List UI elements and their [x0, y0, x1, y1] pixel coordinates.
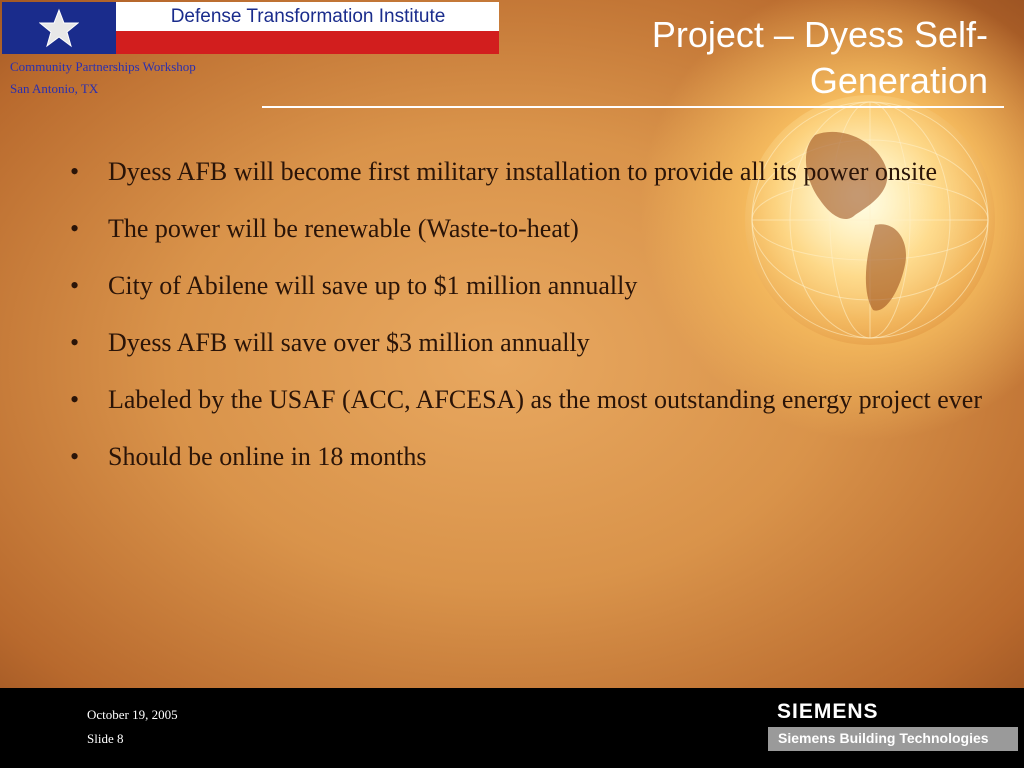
bullet-text: Labeled by the USAF (ACC, AFCESA) as the…	[108, 385, 983, 414]
bullet-item: • Labeled by the USAF (ACC, AFCESA) as th…	[70, 376, 990, 424]
bullet-icon: •	[70, 214, 80, 243]
slide-title-line1: Project – Dyess Self-	[651, 14, 988, 55]
title-divider	[262, 106, 1004, 108]
bullet-icon: •	[70, 328, 80, 357]
texas-flag-banner: Defense Transformation Institute	[2, 2, 499, 54]
bullet-item: • Dyess AFB will save over $3 million ann…	[70, 319, 990, 367]
slide-number: Slide 8	[87, 731, 124, 746]
bullet-item: • The power will be renewable (Waste-to-h…	[70, 205, 990, 253]
footer-date: October 19, 2005	[87, 707, 178, 722]
brand-subtitle-bar: Siemens Building Technologies	[768, 727, 1018, 751]
bullet-text: The power will be renewable (Waste-to-he…	[108, 214, 579, 243]
bullet-text: City of Abilene will save up to $1 milli…	[108, 271, 638, 300]
flag-blue-field	[2, 2, 116, 54]
siemens-logo: SIEMENS	[777, 700, 879, 723]
bullet-item: • Should be online in 18 months	[70, 433, 990, 481]
bullet-icon: •	[70, 271, 80, 300]
slide-canvas: Defense Transformation Institute Communi…	[0, 0, 1024, 688]
star-icon	[39, 8, 79, 48]
bullet-text: Dyess AFB will become first military ins…	[108, 157, 938, 186]
brand-subtitle: Siemens Building Technologies	[778, 730, 989, 746]
bullet-text: Should be online in 18 months	[108, 442, 427, 471]
bullet-icon: •	[70, 157, 80, 186]
bullet-icon: •	[70, 442, 80, 471]
slide-title-line2: Generation	[809, 60, 988, 101]
slide-footer: October 19, 2005 Slide 8 SIEMENS Siemens…	[0, 688, 1024, 768]
slide-title: Project – Dyess Self- Generation	[508, 12, 988, 104]
workshop-location: San Antonio, TX	[10, 81, 99, 96]
bullet-list: • Dyess AFB will become first military in…	[70, 148, 990, 490]
bullet-item: • City of Abilene will save up to $1 mill…	[70, 262, 990, 310]
workshop-info: Community Partnerships Workshop San Anto…	[10, 56, 196, 100]
flag-red-stripe	[116, 31, 499, 54]
institute-name: Defense Transformation Institute	[170, 6, 446, 27]
workshop-title: Community Partnerships Workshop	[10, 59, 196, 74]
bullet-text: Dyess AFB will save over $3 million annu…	[108, 328, 590, 357]
bullet-item: • Dyess AFB will become first military in…	[70, 148, 990, 196]
bullet-icon: •	[70, 385, 80, 414]
